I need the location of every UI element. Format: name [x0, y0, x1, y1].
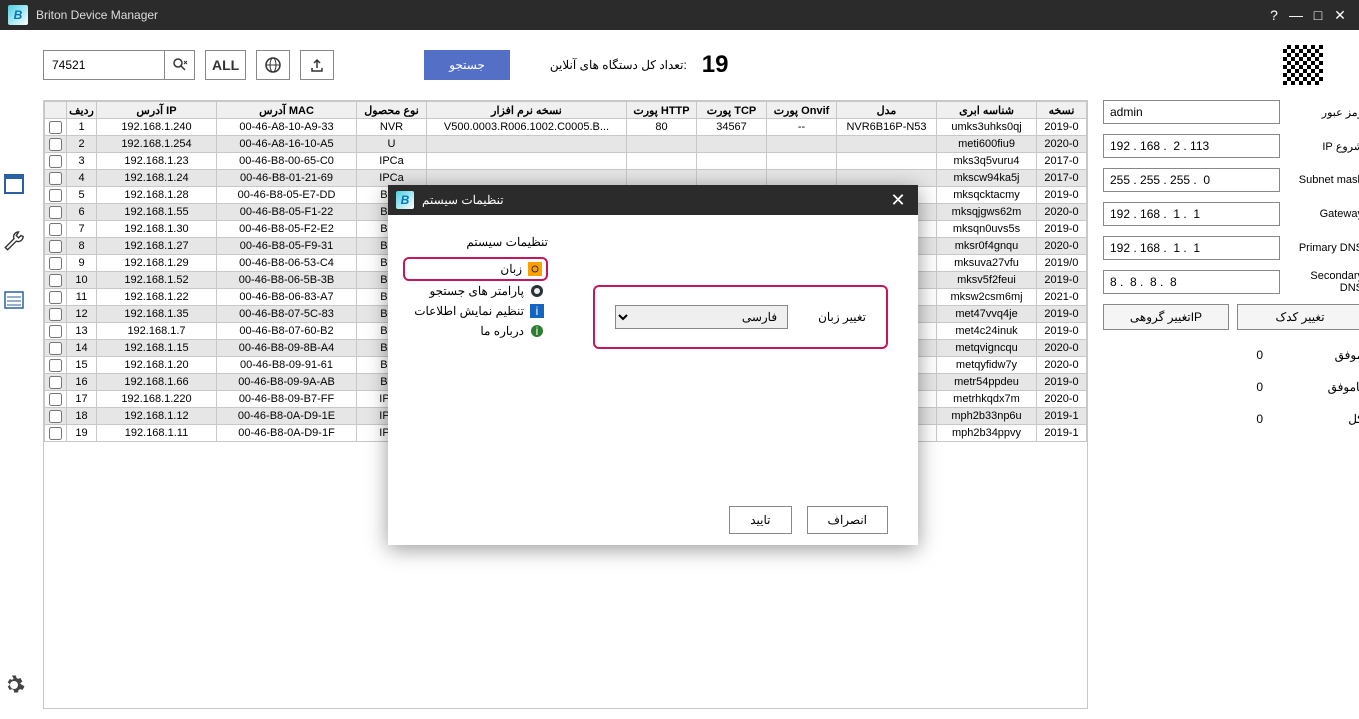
row-checkbox[interactable] — [49, 274, 62, 287]
left-sidebar — [0, 30, 28, 719]
subnet-input[interactable] — [1103, 168, 1280, 192]
col-http[interactable]: پورت HTTP — [627, 102, 697, 119]
app-title: Briton Device Manager — [36, 8, 1263, 22]
search-box — [43, 50, 195, 80]
startip-input[interactable] — [1103, 134, 1280, 158]
fail-value: 0 — [1256, 380, 1263, 394]
row-checkbox[interactable] — [49, 342, 62, 355]
gateway-input[interactable] — [1103, 202, 1280, 226]
gear-small-icon — [528, 262, 542, 276]
gateway-label: Gateway — [1288, 208, 1359, 220]
export-icon[interactable] — [300, 50, 334, 80]
success-label: موفق — [1303, 348, 1359, 362]
total-value: 0 — [1256, 412, 1263, 426]
sdns-label: Secondary DNS — [1288, 270, 1359, 294]
gear-icon[interactable] — [0, 671, 28, 699]
info-icon: i — [530, 304, 544, 318]
dialog-title: تنظیمات سیستم — [422, 193, 504, 207]
table-row[interactable]: 3192.168.1.2300-46-B8-00-65-C0IPCamks3q5… — [45, 153, 1087, 170]
minimize-icon[interactable]: — — [1285, 4, 1307, 26]
subnet-label: Subnet mask — [1288, 174, 1359, 186]
row-checkbox[interactable] — [49, 427, 62, 440]
row-checkbox[interactable] — [49, 240, 62, 253]
success-value: 0 — [1256, 348, 1263, 362]
row-checkbox[interactable] — [49, 325, 62, 338]
settings-item-language[interactable]: زبان — [403, 257, 548, 281]
all-button[interactable]: ALL — [205, 50, 246, 80]
col-model[interactable]: مدل — [837, 102, 937, 119]
row-checkbox[interactable] — [49, 291, 62, 304]
row-checkbox[interactable] — [49, 223, 62, 236]
row-checkbox[interactable] — [49, 155, 62, 168]
col-fw[interactable]: نسخه نرم افزار — [427, 102, 627, 119]
dialog-ok-button[interactable]: تایید — [729, 506, 791, 534]
help-icon[interactable]: ? — [1263, 4, 1285, 26]
change-language-label: تغییر زبان — [818, 310, 866, 324]
list-icon[interactable] — [0, 286, 28, 314]
group-ip-button[interactable]: تغییر گروهیIP — [1103, 304, 1229, 330]
col-ptype[interactable]: نوع محصول — [357, 102, 427, 119]
table-row[interactable]: 1192.168.1.24000-46-A8-10-A9-33NVRV500.0… — [45, 119, 1087, 136]
pdns-label: Primary DNS — [1288, 242, 1359, 254]
codec-button[interactable]: تغییر کدک — [1237, 304, 1359, 330]
globe-icon[interactable] — [256, 50, 290, 80]
window-icon[interactable] — [0, 170, 28, 198]
col-tcp[interactable]: پورت TCP — [697, 102, 767, 119]
online-count: 19 — [702, 51, 729, 79]
row-checkbox[interactable] — [49, 308, 62, 321]
password-input[interactable] — [1103, 100, 1280, 124]
about-icon: i — [530, 324, 544, 338]
maximize-icon[interactable]: □ — [1307, 4, 1329, 26]
fail-label: ناموفق — [1303, 380, 1359, 394]
search-input[interactable] — [44, 51, 164, 79]
row-checkbox[interactable] — [49, 410, 62, 423]
svg-text:i: i — [536, 324, 539, 338]
row-checkbox[interactable] — [49, 257, 62, 270]
system-settings-dialog: B تنظیمات سیستم ✕ تنظیمات سیستم زبان پار… — [388, 185, 918, 545]
row-checkbox[interactable] — [49, 393, 62, 406]
row-checkbox[interactable] — [49, 206, 62, 219]
col-row[interactable]: ردیف — [67, 102, 97, 119]
language-select[interactable]: فارسی — [615, 305, 788, 329]
wrench-icon[interactable] — [0, 228, 28, 256]
qr-code — [1283, 45, 1323, 85]
password-label: رمز عبور — [1288, 106, 1359, 119]
row-checkbox[interactable] — [49, 376, 62, 389]
startip-label: شروع IP — [1288, 140, 1359, 153]
settings-side-title: تنظیمات سیستم — [403, 235, 548, 249]
dialog-close-icon[interactable]: ✕ — [886, 188, 910, 212]
sdns-input[interactable] — [1103, 270, 1280, 294]
settings-item-search-params[interactable]: پارامتر های جستجو — [403, 281, 548, 301]
pdns-input[interactable] — [1103, 236, 1280, 260]
row-checkbox[interactable] — [49, 359, 62, 372]
close-icon[interactable]: ✕ — [1329, 4, 1351, 26]
table-row[interactable]: 4192.168.1.2400-46-B8-01-21-69IPCamkscw9… — [45, 170, 1087, 187]
col-ver[interactable]: نسخه — [1037, 102, 1087, 119]
col-cloud[interactable]: شناسه ابری — [937, 102, 1037, 119]
row-checkbox[interactable] — [49, 189, 62, 202]
table-row[interactable]: 2192.168.1.25400-46-A8-16-10-A5Umeti600f… — [45, 136, 1087, 153]
settings-item-display[interactable]: i تنظیم نمایش اطلاعات — [403, 301, 548, 321]
settings-item-about[interactable]: i درباره ما — [403, 321, 548, 341]
row-checkbox[interactable] — [49, 172, 62, 185]
circle-icon — [530, 284, 544, 298]
row-checkbox[interactable] — [49, 121, 62, 134]
dialog-cancel-button[interactable]: انصراف — [807, 506, 888, 534]
app-logo: B — [8, 5, 28, 25]
total-label: کل — [1303, 412, 1359, 426]
row-checkbox[interactable] — [49, 138, 62, 151]
col-mac[interactable]: آدرس MAC — [217, 102, 357, 119]
dialog-logo: B — [396, 191, 414, 209]
online-label: :تعداد کل دستگاه های آنلاین — [550, 58, 687, 72]
ip-config-panel: رمز عبور شروع IP Subnet mask Gateway Pri… — [1088, 100, 1359, 709]
svg-text:i: i — [536, 304, 539, 318]
search-clear-icon[interactable] — [164, 51, 194, 79]
col-ip[interactable]: آدرس IP — [97, 102, 217, 119]
col-onvif[interactable]: پورت Onvif — [767, 102, 837, 119]
search-button[interactable]: جستجو — [424, 50, 510, 80]
